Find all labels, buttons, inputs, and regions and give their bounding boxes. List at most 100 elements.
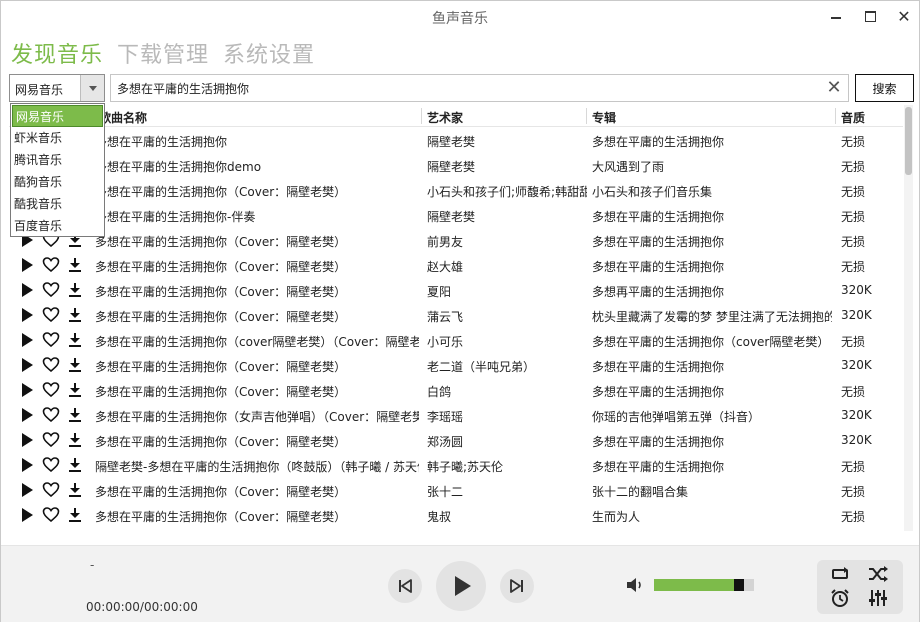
- heart-icon[interactable]: [42, 356, 60, 374]
- chevron-down-icon[interactable]: [80, 75, 104, 101]
- alarm-icon[interactable]: [829, 588, 851, 608]
- heart-icon[interactable]: [42, 281, 60, 299]
- maximize-button[interactable]: [861, 7, 881, 27]
- heart-icon[interactable]: [42, 256, 60, 274]
- source-option[interactable]: 百度音乐: [11, 215, 104, 237]
- song-artist: 李瑶瑶: [427, 410, 464, 424]
- song-album: 小石头和孩子们音乐集: [592, 185, 713, 199]
- header-album[interactable]: 专辑: [592, 109, 616, 126]
- song-artist: 小石头和孩子们;师馥希;韩甜甜: [427, 185, 587, 199]
- song-album: 你瑶的吉他弹唱第五弹（抖音）: [592, 410, 761, 424]
- minimize-button[interactable]: [827, 7, 847, 27]
- table-row[interactable]: 多想在平庸的生活拥抱你（Cover：隔壁老樊） 蒲云飞 枕头里藏满了发霉的梦 梦里注…: [9, 303, 903, 328]
- table-row[interactable]: 多想在平庸的生活拥抱你（Cover：隔壁老樊） 夏阳 多想再平庸的生活拥抱你 320K: [9, 278, 903, 303]
- download-icon[interactable]: [66, 481, 84, 499]
- table-row[interactable]: 多想在平庸的生活拥抱你-伴奏 隔壁老樊 多想在平庸的生活拥抱你 无损: [9, 203, 903, 228]
- play-icon[interactable]: [18, 331, 36, 349]
- download-icon[interactable]: [66, 406, 84, 424]
- table-row[interactable]: 隔壁老樊-多想在平庸的生活拥抱你（咚鼓版）（韩子曦 / 苏天伦） 韩子曦;苏天伦 多…: [9, 453, 903, 478]
- tab-system-settings[interactable]: 系统设置: [223, 37, 315, 69]
- download-icon[interactable]: [66, 381, 84, 399]
- heart-icon[interactable]: [42, 381, 60, 399]
- download-icon[interactable]: [66, 506, 84, 524]
- download-icon[interactable]: [66, 256, 84, 274]
- play-icon[interactable]: [18, 306, 36, 324]
- source-option[interactable]: 网易音乐: [12, 105, 103, 127]
- song-album: 多想在平庸的生活拥抱你: [592, 460, 725, 474]
- play-icon[interactable]: [18, 431, 36, 449]
- play-icon[interactable]: [18, 381, 36, 399]
- next-button[interactable]: [500, 569, 534, 603]
- header-divider[interactable]: [421, 108, 422, 124]
- volume-slider[interactable]: [654, 579, 754, 591]
- heart-icon[interactable]: [42, 506, 60, 524]
- heart-icon[interactable]: [42, 306, 60, 324]
- play-icon[interactable]: [18, 456, 36, 474]
- source-option[interactable]: 酷狗音乐: [11, 171, 104, 193]
- source-select[interactable]: 网易音乐: [9, 74, 105, 102]
- table-row[interactable]: 多想在平庸的生活拥抱你（cover隔壁老樊）（Cover：隔壁老樊） 小可乐 多想在…: [9, 328, 903, 353]
- heart-icon[interactable]: [42, 481, 60, 499]
- main-tabs: 发现音乐 下载管理 系统设置: [11, 37, 315, 69]
- table-row[interactable]: 多想在平庸的生活拥抱你（Cover：隔壁老樊） 鬼叔 生而为人 无损: [9, 503, 903, 528]
- download-icon[interactable]: [66, 331, 84, 349]
- heart-icon[interactable]: [42, 431, 60, 449]
- volume-icon[interactable]: [625, 576, 645, 594]
- song-artist: 张十二: [427, 485, 464, 499]
- table-row[interactable]: 多想在平庸的生活拥抱你（Cover：隔壁老樊） 张十二 张十二的翻唱合集 无损: [9, 478, 903, 503]
- play-icon[interactable]: [18, 481, 36, 499]
- table-row[interactable]: 多想在平庸的生活拥抱你（Cover：隔壁老樊） 小石头和孩子们;师馥希;韩甜甜 小石…: [9, 178, 903, 203]
- table-row[interactable]: 多想在平庸的生活拥抱你（Cover：隔壁老樊） 赵大雄 多想在平庸的生活拥抱你 无损: [9, 253, 903, 278]
- download-icon[interactable]: [66, 456, 84, 474]
- table-scrollbar[interactable]: [904, 105, 913, 531]
- play-icon[interactable]: [18, 406, 36, 424]
- header-artist[interactable]: 艺术家: [427, 109, 463, 126]
- player-bar: - 00:00:00/00:00:00: [1, 545, 919, 622]
- heart-icon[interactable]: [42, 331, 60, 349]
- repeat-icon[interactable]: [829, 564, 851, 584]
- download-icon[interactable]: [66, 356, 84, 374]
- play-button[interactable]: [436, 561, 486, 611]
- source-select-value: 网易音乐: [15, 83, 64, 97]
- volume-handle[interactable]: [734, 579, 744, 591]
- download-icon[interactable]: [66, 281, 84, 299]
- header-quality[interactable]: 音质: [841, 109, 865, 126]
- header-divider[interactable]: [835, 108, 836, 124]
- header-title[interactable]: 歌曲名称: [99, 109, 147, 126]
- close-button[interactable]: ✕: [894, 7, 914, 27]
- equalizer-icon[interactable]: [867, 588, 889, 608]
- song-title: 多想在平庸的生活拥抱你（Cover：隔壁老樊）: [95, 285, 347, 299]
- play-icon[interactable]: [18, 356, 36, 374]
- song-quality: 320K: [841, 358, 872, 372]
- tab-discover-music[interactable]: 发现音乐: [11, 37, 103, 69]
- source-option[interactable]: 酷我音乐: [11, 193, 104, 215]
- heart-icon[interactable]: [42, 456, 60, 474]
- header-divider[interactable]: [586, 108, 587, 124]
- play-icon[interactable]: [18, 281, 36, 299]
- table-row[interactable]: 多想在平庸的生活拥抱你（Cover：隔壁老樊） 前男友 多想在平庸的生活拥抱你 无损: [9, 228, 903, 253]
- table-row[interactable]: 多想在平庸的生活拥抱你 隔壁老樊 多想在平庸的生活拥抱你 无损: [9, 128, 903, 153]
- table-row[interactable]: 多想在平庸的生活拥抱你（Cover：隔壁老樊） 白鸽 多想在平庸的生活拥抱你 无损: [9, 378, 903, 403]
- table-row[interactable]: 多想在平庸的生活拥抱你（Cover：隔壁老樊） 郑汤圆 多想在平庸的生活拥抱你 320…: [9, 428, 903, 453]
- song-title: 多想在平庸的生活拥抱你（Cover：隔壁老樊）: [95, 485, 347, 499]
- play-icon[interactable]: [18, 256, 36, 274]
- source-option[interactable]: 腾讯音乐: [11, 149, 104, 171]
- search-button[interactable]: 搜索: [855, 74, 914, 102]
- table-row[interactable]: 多想在平庸的生活拥抱你（Cover：隔壁老樊） 老二道（半吨兄弟） 多想在平庸的生活…: [9, 353, 903, 378]
- play-icon[interactable]: [18, 506, 36, 524]
- table-row[interactable]: 多想在平庸的生活拥抱你（女声吉他弹唱）（Cover：隔壁老樊） 李瑶瑶 你瑶的吉他弹…: [9, 403, 903, 428]
- table-header: 歌曲名称 艺术家 专辑 音质: [9, 105, 903, 127]
- previous-button[interactable]: [388, 569, 422, 603]
- song-quality: 无损: [841, 185, 866, 199]
- search-input[interactable]: [117, 78, 817, 98]
- shuffle-icon[interactable]: [867, 564, 889, 584]
- table-row[interactable]: 多想在平庸的生活拥抱你demo 隔壁老樊 大风遇到了雨 无损: [9, 153, 903, 178]
- heart-icon[interactable]: [42, 406, 60, 424]
- clear-search-button[interactable]: ✕: [824, 77, 844, 99]
- download-icon[interactable]: [66, 431, 84, 449]
- song-quality: 无损: [841, 460, 866, 474]
- scrollbar-thumb[interactable]: [905, 107, 912, 175]
- tab-download-manager[interactable]: 下载管理: [117, 37, 209, 69]
- download-icon[interactable]: [66, 306, 84, 324]
- source-option[interactable]: 虾米音乐: [11, 127, 104, 149]
